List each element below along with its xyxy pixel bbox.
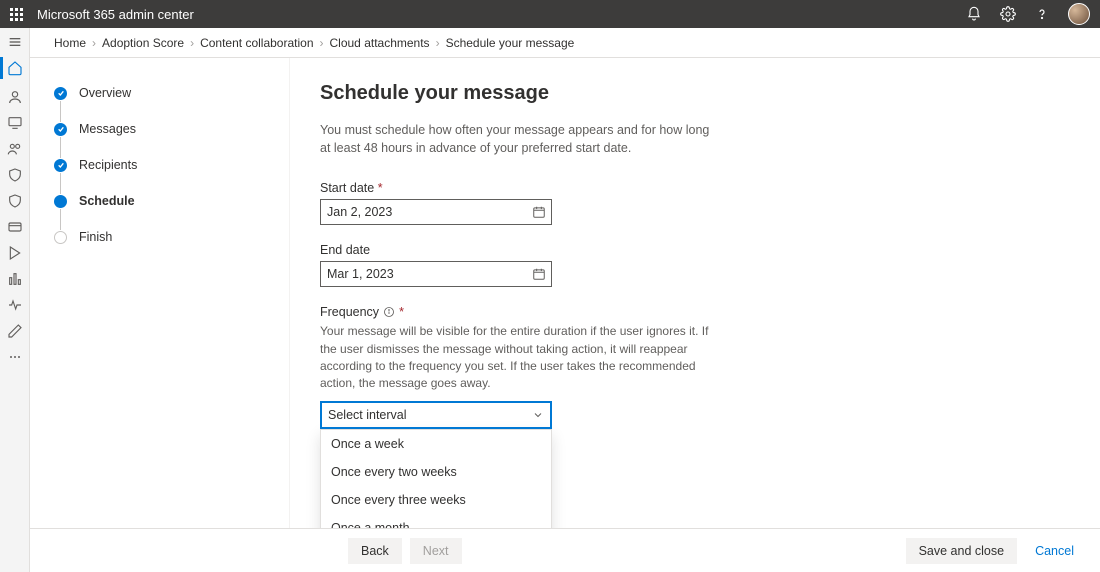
app-title: Microsoft 365 admin center: [37, 7, 194, 22]
breadcrumb-item[interactable]: Content collaboration: [200, 36, 313, 50]
step-pending-icon: [54, 231, 67, 244]
save-and-close-button[interactable]: Save and close: [906, 538, 1017, 564]
footer-bar: Back Next Save and close Cancel: [30, 528, 1100, 572]
wizard-steps: Overview Messages Recipients Schedule: [30, 58, 290, 528]
billing-icon[interactable]: [7, 219, 23, 235]
page-title: Schedule your message: [320, 82, 1070, 105]
shield-alt-icon[interactable]: [7, 193, 23, 209]
check-icon: [54, 87, 67, 100]
chevron-right-icon: ›: [320, 36, 324, 50]
end-date-field: End date Mar 1, 2023: [320, 243, 552, 287]
groups-icon[interactable]: [7, 141, 23, 157]
help-icon[interactable]: [1034, 6, 1050, 22]
frequency-dropdown: Once a week Once every two weeks Once ev…: [320, 429, 552, 528]
frequency-description: Your message will be visible for the ent…: [320, 323, 720, 393]
next-button: Next: [410, 538, 462, 564]
wizard-step-label: Schedule: [79, 194, 135, 208]
wizard-step-label: Messages: [79, 122, 136, 136]
breadcrumb-item[interactable]: Home: [54, 36, 86, 50]
breadcrumb: Home › Adoption Score › Content collabor…: [30, 28, 1100, 58]
nav-rail: [0, 28, 30, 572]
cancel-link[interactable]: Cancel: [1035, 544, 1074, 558]
frequency-option[interactable]: Once a week: [321, 430, 551, 458]
frequency-option[interactable]: Once every two weeks: [321, 458, 551, 486]
start-date-label: Start date *: [320, 181, 552, 195]
end-date-value: Mar 1, 2023: [327, 267, 394, 281]
setup-icon[interactable]: [7, 245, 23, 261]
frequency-field: Frequency * Your message will be visible…: [320, 305, 740, 528]
more-icon[interactable]: [7, 349, 23, 365]
frequency-select[interactable]: Select interval: [320, 401, 552, 429]
check-icon: [54, 159, 67, 172]
devices-icon[interactable]: [7, 115, 23, 131]
breadcrumb-item: Schedule your message: [446, 36, 575, 50]
wizard-step-finish: Finish: [54, 230, 269, 266]
check-icon: [54, 123, 67, 136]
wizard-step-label: Finish: [79, 230, 112, 244]
chevron-right-icon: ›: [190, 36, 194, 50]
calendar-icon[interactable]: [532, 205, 546, 219]
page-description: You must schedule how often your message…: [320, 121, 720, 157]
wizard-step-overview[interactable]: Overview: [54, 86, 269, 122]
settings-icon[interactable]: [1000, 6, 1016, 22]
users-icon[interactable]: [7, 89, 23, 105]
edit-icon[interactable]: [7, 323, 23, 339]
app-launcher-icon[interactable]: [10, 8, 23, 21]
frequency-option[interactable]: Once every three weeks: [321, 486, 551, 514]
step-current-icon: [54, 195, 67, 208]
chevron-right-icon: ›: [92, 36, 96, 50]
breadcrumb-item[interactable]: Cloud attachments: [330, 36, 430, 50]
wizard-step-messages[interactable]: Messages: [54, 122, 269, 158]
frequency-label: Frequency *: [320, 305, 740, 319]
chevron-down-icon: [532, 409, 544, 421]
avatar[interactable]: [1068, 3, 1090, 25]
chevron-right-icon: ›: [436, 36, 440, 50]
start-date-input[interactable]: Jan 2, 2023: [320, 199, 552, 225]
notifications-icon[interactable]: [966, 6, 982, 22]
info-icon[interactable]: [383, 306, 395, 318]
frequency-placeholder: Select interval: [328, 408, 407, 422]
back-button[interactable]: Back: [348, 538, 402, 564]
wizard-step-recipients[interactable]: Recipients: [54, 158, 269, 194]
calendar-icon[interactable]: [532, 267, 546, 281]
home-icon[interactable]: [7, 60, 23, 76]
top-bar: Microsoft 365 admin center: [0, 0, 1100, 28]
wizard-step-label: Overview: [79, 86, 131, 100]
end-date-label: End date: [320, 243, 552, 257]
end-date-input[interactable]: Mar 1, 2023: [320, 261, 552, 287]
shield-icon[interactable]: [7, 167, 23, 183]
frequency-option[interactable]: Once a month: [321, 514, 551, 528]
page-content: Schedule your message You must schedule …: [290, 58, 1100, 528]
wizard-step-schedule[interactable]: Schedule: [54, 194, 269, 230]
breadcrumb-item[interactable]: Adoption Score: [102, 36, 184, 50]
menu-icon[interactable]: [7, 34, 23, 50]
health-icon[interactable]: [7, 297, 23, 313]
start-date-field: Start date * Jan 2, 2023: [320, 181, 552, 225]
start-date-value: Jan 2, 2023: [327, 205, 392, 219]
wizard-step-label: Recipients: [79, 158, 137, 172]
reports-icon[interactable]: [7, 271, 23, 287]
